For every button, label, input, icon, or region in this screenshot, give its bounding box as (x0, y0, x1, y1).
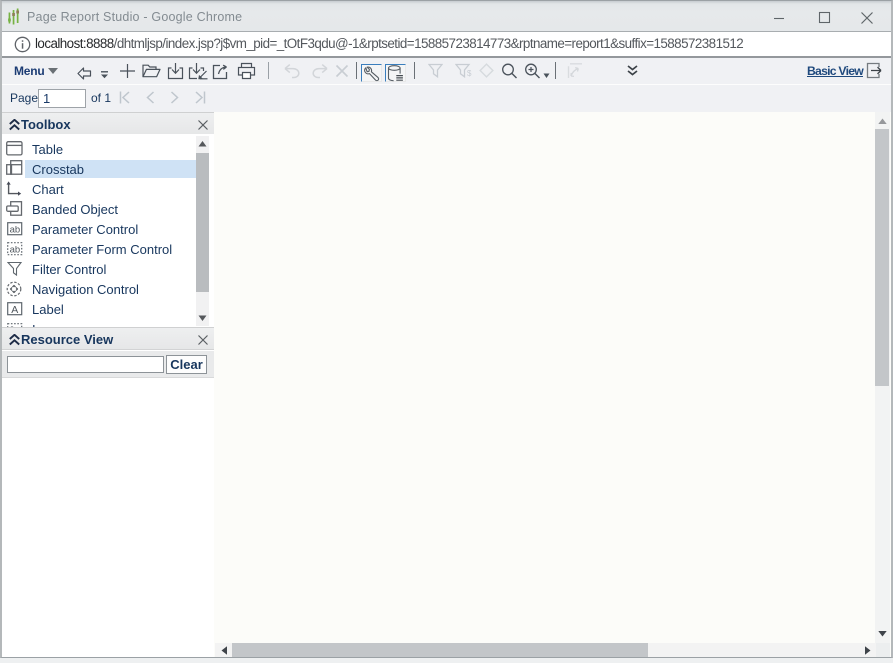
svg-text:ab: ab (10, 244, 21, 255)
svg-text:ab: ab (10, 224, 21, 235)
svg-text:A: A (11, 304, 18, 316)
svg-text:$: $ (467, 69, 472, 78)
